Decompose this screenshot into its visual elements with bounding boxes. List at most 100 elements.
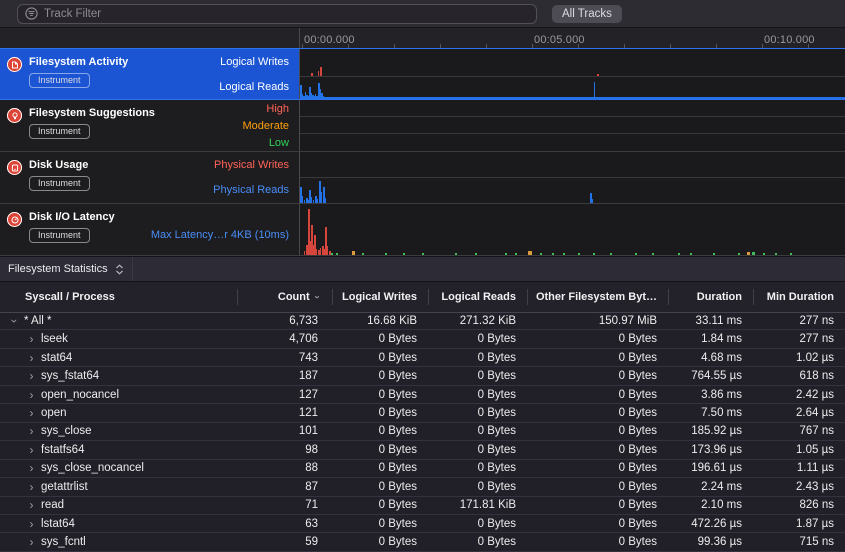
table-row[interactable]: ›stat647430 Bytes0 Bytes0 Bytes4.68 ms1.… — [0, 349, 845, 367]
cell-duration: 2.10 ms — [668, 499, 753, 511]
cell-duration: 2.24 ms — [668, 481, 753, 493]
detail-view-selector[interactable] — [115, 264, 124, 275]
disclosure-chevron-icon[interactable]: › — [27, 463, 36, 473]
cell-count: 101 — [237, 425, 332, 437]
track-disk-usage[interactable]: Disk Usage Instrument Physical Writes Ph… — [0, 152, 845, 204]
chart-dot — [790, 253, 792, 255]
table-row[interactable]: ›getattrlist870 Bytes0 Bytes0 Bytes2.24 … — [0, 478, 845, 496]
disk-io-latency-icon — [7, 212, 22, 227]
chart-spike — [302, 196, 303, 203]
disclosure-chevron-icon[interactable]: › — [27, 537, 36, 547]
table-row[interactable]: ›lseek4,7060 Bytes0 Bytes0 Bytes1.84 ms2… — [0, 330, 845, 348]
physical-reads-lane — [300, 178, 845, 203]
cell-syscall-process: ›open — [0, 407, 237, 419]
cell-logical-reads: 0 Bytes — [428, 407, 527, 419]
track-filesystem-activity[interactable]: Filesystem Activity Instrument Logical W… — [0, 48, 845, 100]
chart-dot — [747, 252, 750, 255]
disclosure-chevron-icon[interactable]: › — [27, 371, 36, 381]
disclosure-chevron-icon[interactable]: › — [27, 426, 36, 436]
table-row[interactable]: ›read710 Bytes171.81 KiB0 Bytes2.10 ms82… — [0, 497, 845, 515]
cell-duration: 1.84 ms — [668, 333, 753, 345]
cell-min-duration: 2.42 µs — [753, 389, 845, 401]
syscall-name: sys_fcntl — [41, 536, 86, 548]
column-header-label: Duration — [697, 291, 742, 303]
cell-count: 127 — [237, 389, 332, 401]
disclosure-chevron-icon[interactable]: › — [27, 519, 36, 529]
table-row[interactable]: ›sys_close1010 Bytes0 Bytes0 Bytes185.92… — [0, 423, 845, 441]
cell-other-filesystem-byt: 0 Bytes — [527, 481, 668, 493]
syscall-name: open_nocancel — [41, 389, 119, 401]
table-row[interactable]: ›lstat64630 Bytes0 Bytes0 Bytes472.26 µs… — [0, 515, 845, 533]
track-chart-filesystem-suggestions[interactable] — [300, 100, 845, 151]
syscall-name: stat64 — [41, 352, 72, 364]
column-header-logical-reads[interactable]: Logical Reads — [428, 282, 527, 311]
cell-logical-reads: 271.32 KiB — [428, 315, 527, 327]
chart-dot — [763, 253, 765, 255]
cell-count: 187 — [237, 370, 332, 382]
disclosure-chevron-icon[interactable]: › — [27, 500, 36, 510]
syscall-name: sys_close_nocancel — [41, 462, 144, 474]
disclosure-chevron-icon[interactable]: › — [27, 482, 36, 492]
cell-syscall-process: › stat64 — [0, 352, 237, 364]
chart-dot — [678, 253, 680, 255]
cell-logical-writes: 0 Bytes — [332, 407, 428, 419]
chart-dot — [385, 253, 387, 255]
track-filter-field[interactable] — [17, 4, 537, 24]
disclosure-chevron-icon[interactable]: › — [10, 316, 20, 325]
cell-syscall-process: › sys_fcntl — [0, 536, 237, 548]
column-header-other-filesystem-byt[interactable]: Other Filesystem Byt… — [527, 282, 668, 311]
column-header-count[interactable]: Count› — [237, 282, 332, 311]
syscall-name: * All * — [24, 315, 52, 327]
cell-logical-writes: 0 Bytes — [332, 425, 428, 437]
cell-min-duration: 1.02 µs — [753, 352, 845, 364]
disclosure-chevron-icon[interactable]: › — [27, 353, 36, 363]
disk-usage-icon — [7, 160, 22, 175]
all-tracks-button[interactable]: All Tracks — [552, 5, 622, 23]
table-row[interactable]: ›sys_fcntl590 Bytes0 Bytes0 Bytes99.36 µ… — [0, 533, 845, 551]
disclosure-chevron-icon[interactable]: › — [27, 334, 36, 344]
table-row[interactable]: ›sys_close_nocancel880 Bytes0 Bytes0 Byt… — [0, 460, 845, 478]
track-chart-disk-io-latency[interactable] — [300, 204, 845, 255]
column-header-syscall-process[interactable]: Syscall / Process — [0, 282, 237, 311]
track-chart-disk-usage[interactable] — [300, 152, 845, 203]
cell-duration: 33.11 ms — [668, 315, 753, 327]
disclosure-chevron-icon[interactable]: › — [27, 445, 36, 455]
cell-duration: 7.50 ms — [668, 407, 753, 419]
disclosure-chevron-icon[interactable]: › — [27, 390, 36, 400]
timeline-ruler[interactable]: 00:00.00000:05.00000:10.000 — [300, 28, 845, 48]
chart-dot — [593, 253, 595, 255]
table-row[interactable]: ›sys_fstat641870 Bytes0 Bytes0 Bytes764.… — [0, 367, 845, 385]
chart-dot — [713, 253, 715, 255]
cell-duration: 3.86 ms — [668, 389, 753, 401]
chart-dot — [652, 253, 654, 255]
table-row[interactable]: ›open_nocancel1270 Bytes0 Bytes0 Bytes3.… — [0, 386, 845, 404]
lane-label-logical-reads: Logical Reads — [79, 76, 289, 99]
disclosure-chevron-icon[interactable]: › — [27, 408, 36, 418]
chart-spike — [594, 82, 595, 99]
table-row[interactable]: ›open1210 Bytes0 Bytes0 Bytes7.50 ms2.64… — [0, 404, 845, 422]
track-filesystem-suggestions[interactable]: Filesystem Suggestions Instrument High M… — [0, 100, 845, 152]
toolbar: All Tracks — [0, 0, 845, 28]
track-chart-filesystem-activity[interactable] — [300, 49, 845, 99]
column-header-logical-writes[interactable]: Logical Writes — [332, 282, 428, 311]
track-header-filesystem-activity: Filesystem Activity Instrument Logical W… — [0, 49, 300, 99]
lane-label-physical-writes: Physical Writes — [79, 152, 289, 178]
cell-other-filesystem-byt: 0 Bytes — [527, 370, 668, 382]
column-header-label: Count — [278, 291, 310, 303]
cell-syscall-process: › open_nocancel — [0, 389, 237, 401]
cell-logical-writes: 0 Bytes — [332, 536, 428, 548]
chart-baseline — [300, 97, 845, 99]
chart-spike — [313, 200, 314, 203]
track-filter-input[interactable] — [44, 8, 529, 20]
column-header-label: Min Duration — [767, 291, 834, 303]
cell-logical-writes: 0 Bytes — [332, 352, 428, 364]
track-disk-io-latency[interactable]: Disk I/O Latency Instrument Max Latency…… — [0, 204, 845, 256]
column-header-duration[interactable]: Duration — [668, 282, 753, 311]
table-row[interactable]: ›fstatfs64980 Bytes0 Bytes0 Bytes173.96 … — [0, 441, 845, 459]
cell-count: 88 — [237, 462, 332, 474]
syscall-name: read — [41, 499, 64, 511]
cell-logical-writes: 0 Bytes — [332, 499, 428, 511]
cell-other-filesystem-byt: 0 Bytes — [527, 333, 668, 345]
column-header-min-duration[interactable]: Min Duration — [753, 282, 845, 311]
table-row[interactable]: ›* All *6,73316.68 KiB271.32 KiB150.97 M… — [0, 312, 845, 330]
